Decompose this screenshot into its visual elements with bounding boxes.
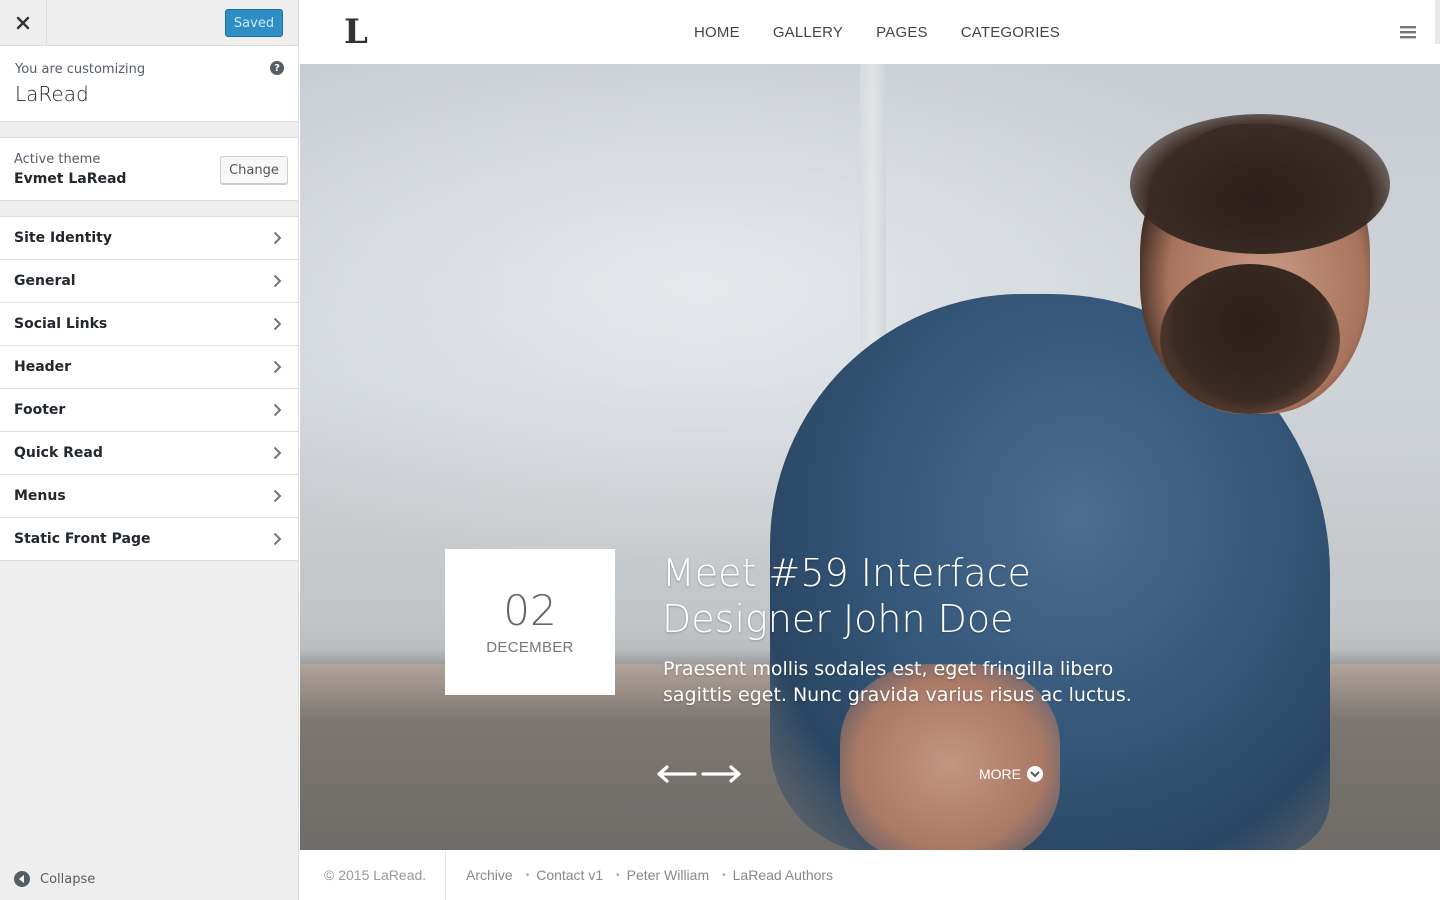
copyright-text: © 2015 LaRead. <box>324 867 427 883</box>
customizer-sections: Site Identity General Social Links Heade… <box>0 216 298 561</box>
post-date-day: 02 <box>503 585 557 635</box>
hamburger-menu-icon[interactable] <box>1400 24 1416 40</box>
site-logo[interactable]: L <box>344 14 368 50</box>
chevron-right-icon <box>273 317 282 331</box>
chevron-down-circle-icon <box>1027 766 1043 782</box>
footer-separator: • <box>525 869 530 881</box>
footer-link-contact[interactable]: Contact v1 <box>536 867 603 883</box>
section-quick-read[interactable]: Quick Read <box>0 432 298 475</box>
active-theme-panel: Active theme Evmet LaRead Change <box>0 137 298 201</box>
section-label: Menus <box>14 488 66 504</box>
section-site-identity[interactable]: Site Identity <box>0 217 298 260</box>
more-label: MORE <box>979 766 1021 782</box>
hero-image-beard <box>1160 264 1340 414</box>
chevron-right-icon <box>273 360 282 374</box>
nav-categories[interactable]: CATEGORIES <box>961 24 1060 41</box>
section-label: Quick Read <box>14 445 103 461</box>
post-excerpt: Praesent mollis sodales est, eget fringi… <box>663 658 1132 706</box>
more-button[interactable]: MORE <box>979 766 1043 782</box>
help-icon[interactable]: ? <box>270 61 284 75</box>
scrollbar[interactable] <box>1435 0 1440 44</box>
footer-separator: • <box>616 869 620 881</box>
section-social-links[interactable]: Social Links <box>0 303 298 346</box>
chevron-right-icon <box>273 489 282 503</box>
arrow-left-icon[interactable] <box>655 764 697 784</box>
post-date-month: DECEMBER <box>486 638 574 656</box>
collapse-button[interactable]: Collapse <box>14 871 95 887</box>
chevron-right-icon <box>273 532 282 546</box>
site-footer: © 2015 LaRead. Archive • Contact v1 • Pe… <box>300 850 1440 900</box>
footer-separator: • <box>722 869 726 881</box>
site-name: LaRead <box>15 82 89 106</box>
hero-slider: 02 DECEMBER Meet #59 Interface Designer … <box>300 64 1440 850</box>
saved-button[interactable]: Saved <box>225 9 283 37</box>
chevron-right-icon <box>273 274 282 288</box>
change-theme-button[interactable]: Change <box>220 156 288 184</box>
section-label: General <box>14 273 76 289</box>
chevron-right-icon <box>273 446 282 460</box>
main-nav: HOME GALLERY PAGES CATEGORIES <box>694 24 1093 41</box>
collapse-arrow-icon <box>14 871 30 887</box>
slider-arrows <box>655 764 743 784</box>
footer-divider <box>445 850 446 900</box>
section-label: Social Links <box>14 316 108 332</box>
nav-gallery[interactable]: GALLERY <box>773 24 843 41</box>
close-icon <box>16 16 30 29</box>
section-label: Static Front Page <box>14 531 151 547</box>
customizer-header: Saved <box>0 0 298 46</box>
section-label: Header <box>14 359 72 375</box>
section-menus[interactable]: Menus <box>0 475 298 518</box>
post-title[interactable]: Meet #59 Interface Designer John Doe <box>662 550 1122 642</box>
section-label: Site Identity <box>14 230 112 246</box>
nav-home[interactable]: HOME <box>694 24 740 41</box>
customizing-label: You are customizing <box>15 62 146 77</box>
section-static-front-page[interactable]: Static Front Page <box>0 518 298 561</box>
arrow-right-icon[interactable] <box>701 764 743 784</box>
section-label: Footer <box>14 402 66 418</box>
site-navbar: L HOME GALLERY PAGES CATEGORIES <box>300 0 1440 64</box>
footer-nav: Archive • Contact v1 • Peter William • L… <box>466 867 833 883</box>
hero-image-hair <box>1130 114 1390 254</box>
customizer-info: You are customizing LaRead ? <box>0 46 298 122</box>
close-button[interactable] <box>0 0 47 45</box>
section-general[interactable]: General <box>0 260 298 303</box>
nav-pages[interactable]: PAGES <box>876 24 928 41</box>
footer-link-peter-william[interactable]: Peter William <box>627 867 709 883</box>
footer-link-archive[interactable]: Archive <box>466 867 513 883</box>
customizer-sidebar: Saved You are customizing LaRead ? Activ… <box>0 0 299 900</box>
site-preview: L HOME GALLERY PAGES CATEGORIES 02 DECEM… <box>300 0 1440 900</box>
section-footer[interactable]: Footer <box>0 389 298 432</box>
section-header[interactable]: Header <box>0 346 298 389</box>
collapse-label: Collapse <box>40 871 96 887</box>
footer-link-laread-authors[interactable]: LaRead Authors <box>733 867 833 883</box>
chevron-right-icon <box>273 231 282 245</box>
chevron-right-icon <box>273 403 282 417</box>
post-date-box: 02 DECEMBER <box>445 549 615 695</box>
